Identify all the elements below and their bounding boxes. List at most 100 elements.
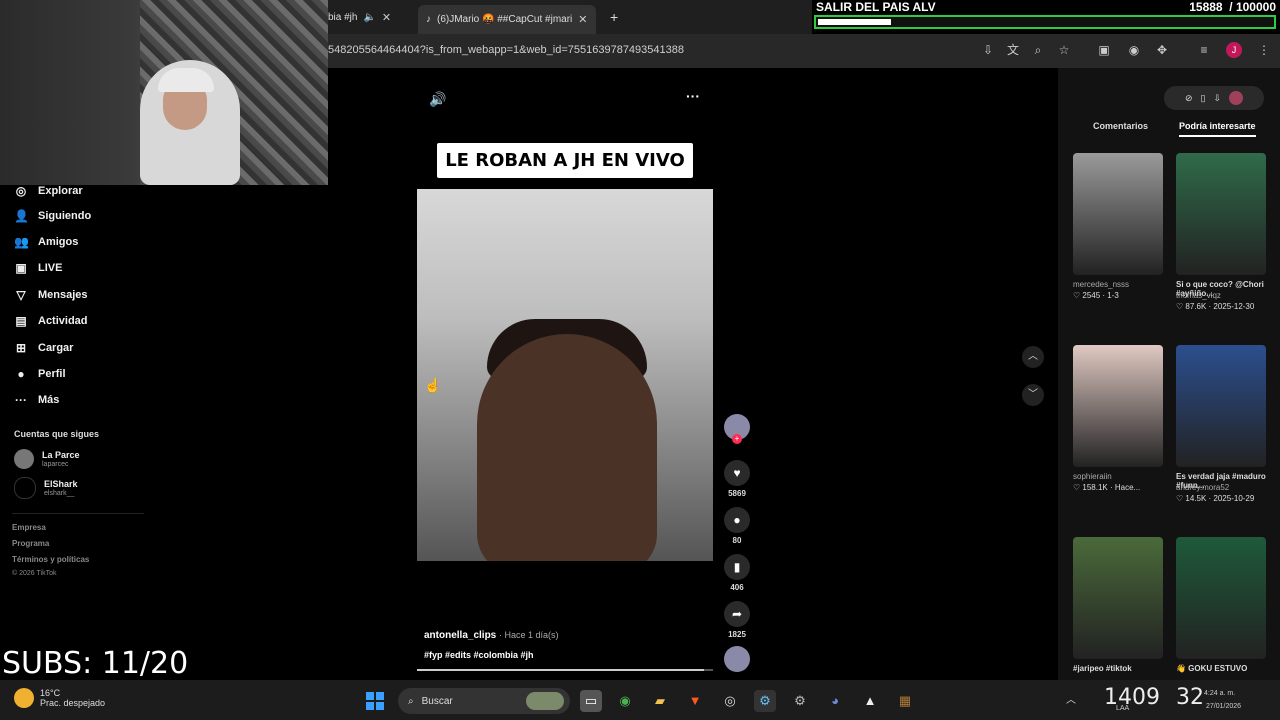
activity-icon: ▤	[15, 314, 27, 328]
profile-icon[interactable]	[1229, 91, 1244, 105]
comment-button[interactable]: ● 80	[724, 507, 750, 545]
search-icon: ⌕	[408, 695, 414, 707]
upload-icon: ⊞	[15, 341, 27, 355]
save-button[interactable]: ▮ 406	[724, 554, 750, 592]
suggested-video-thumbnail[interactable]	[1073, 537, 1163, 659]
sidebar-item-4[interactable]: ▽ Mensajes	[14, 284, 87, 306]
settings-icon[interactable]: ⚙	[789, 690, 811, 712]
compass-icon: ◎	[15, 184, 27, 198]
close-tab-icon[interactable]: ✕	[578, 13, 587, 26]
suggested-video-user: mercedes_nsss	[1073, 280, 1130, 289]
account-handle: elshark__	[44, 489, 75, 497]
windows-start-icon[interactable]	[366, 692, 384, 710]
zoom-icon[interactable]: ⌕	[1030, 42, 1046, 58]
sidebar-item-1[interactable]: 👤 Siguiendo	[14, 205, 91, 227]
webcam-overlay	[0, 0, 328, 185]
taskbar-search[interactable]: ⌕ Buscar	[398, 688, 570, 714]
video-tools: ⊘ ▯ ⇩	[1164, 86, 1264, 110]
suggested-video-user: thomas_vlqz	[1176, 291, 1221, 300]
task-view-icon[interactable]: ▭	[580, 690, 602, 712]
video-progress-fill	[417, 669, 705, 671]
url-field[interactable]: 548205564464404?is_from_webapp=1&web_id=…	[328, 44, 684, 56]
steam-icon[interactable]: ⚙	[754, 690, 776, 712]
suggested-video-thumbnail[interactable]	[1073, 345, 1163, 467]
speaker-icon[interactable]: 🔈	[363, 12, 375, 23]
autoscroll-icon[interactable]: ⊘	[1185, 93, 1193, 104]
sound-avatar[interactable]	[724, 646, 750, 672]
weather-sun-icon	[14, 688, 34, 708]
video-hashtags[interactable]: #fyp #edits #colombia #jh	[424, 650, 534, 660]
suggested-video-thumbnail[interactable]	[1176, 153, 1266, 275]
minecraft-icon[interactable]: ▦	[894, 690, 916, 712]
video-progress-bar[interactable]	[417, 669, 713, 671]
stream-goal-overlay: SALIR DEL PAIS ALV 15888 / 100000	[812, 0, 1280, 34]
extension-icon[interactable]: ◉	[1126, 42, 1142, 58]
media-icon[interactable]: ≡	[1196, 42, 1212, 58]
video-player[interactable]	[417, 189, 713, 561]
sidebar-item-5[interactable]: ▤ Actividad	[14, 310, 87, 332]
browser-tab[interactable]: bia #jh 🔈 ✕	[328, 5, 391, 29]
suggested-video-stats: ♡ 14.5K · 2025-10-29	[1176, 494, 1255, 503]
system-date[interactable]: 27/01/2026	[1206, 703, 1241, 710]
translate-icon[interactable]: 文	[1005, 42, 1021, 58]
taskbar	[0, 680, 1280, 720]
tab-suggested[interactable]: Podría interesarte	[1179, 121, 1256, 137]
volume-icon[interactable]: 🔊	[429, 91, 446, 108]
previous-video-button[interactable]: ︿	[1022, 346, 1044, 368]
search-label: Buscar	[421, 695, 453, 707]
follow-plus-icon[interactable]: +	[732, 434, 742, 444]
sidebar-item-2[interactable]: 👥 Amigos	[14, 231, 78, 253]
video-author[interactable]: antonella_clips · Hace 1 día(s)	[424, 630, 559, 641]
suggested-video-thumbnail[interactable]	[1176, 345, 1266, 467]
phone-icon[interactable]: ▯	[1201, 93, 1206, 104]
footer-link[interactable]: Empresa	[12, 523, 46, 532]
avatar	[14, 477, 36, 499]
footer-link[interactable]: Términos y políticas	[12, 555, 89, 564]
new-tab-button[interactable]: +	[610, 5, 618, 29]
download-icon[interactable]: ⇩	[1213, 93, 1221, 104]
sidebar-item-7[interactable]: ● Perfil	[14, 363, 65, 385]
language-indicator[interactable]: LAA	[1116, 705, 1129, 712]
browser-tab-active[interactable]: ♪ (6)JMario 🤬 ##CapCut #jmari ✕	[418, 5, 596, 34]
sidebar-item-3[interactable]: ▣ LIVE	[14, 257, 62, 279]
account-handle: laparcec	[42, 460, 69, 468]
suggested-video-thumbnail[interactable]	[1073, 153, 1163, 275]
divider	[12, 513, 144, 514]
followed-account[interactable]: ElShark elshark__	[14, 477, 78, 499]
author-name[interactable]: antonella_clips	[424, 630, 496, 641]
author-avatar[interactable]: +	[724, 414, 750, 444]
sidebar-item-0[interactable]: ◎ Explorar	[14, 180, 83, 202]
brave-icon[interactable]: ▼	[684, 690, 706, 712]
tab-comments[interactable]: Comentarios	[1093, 121, 1148, 131]
install-icon[interactable]: ⇩	[980, 42, 996, 58]
epic-icon[interactable]: ▲	[859, 690, 881, 712]
next-video-button[interactable]: ﹀	[1022, 384, 1044, 406]
tray-chevron-icon[interactable]: ︿	[1060, 690, 1082, 712]
following-title: Cuentas que sigues	[14, 429, 100, 439]
close-tab-icon[interactable]: ✕	[382, 11, 391, 24]
suggested-video-title[interactable]: #jaripeo #tiktok	[1073, 664, 1163, 673]
obs-icon[interactable]: ◎	[719, 690, 741, 712]
video-caption-overlay: LE ROBAN A JH EN VIVO	[437, 143, 693, 178]
discord-icon[interactable]: ◕	[824, 690, 846, 712]
file-explorer-icon[interactable]: ▰	[649, 690, 671, 712]
menu-kebab-icon[interactable]: ⋮	[1256, 42, 1272, 58]
picture-in-picture-icon[interactable]: ▣	[1096, 42, 1112, 58]
profile-avatar[interactable]: J	[1226, 42, 1242, 58]
sidebar-item-6[interactable]: ⊞ Cargar	[14, 337, 74, 359]
weather-widget[interactable]: 16°C Prac. despejado	[14, 688, 105, 708]
like-button[interactable]: ♥ 5869	[724, 460, 750, 498]
suggested-video-user: andrey.mora52	[1176, 483, 1230, 492]
followed-account[interactable]: La Parce laparcec	[14, 449, 80, 469]
footer-link[interactable]: Programa	[12, 539, 49, 548]
suggested-video-title[interactable]: 👋 GOKU ESTUVO	[1176, 664, 1266, 673]
more-options-icon[interactable]: ···	[686, 88, 700, 104]
share-button[interactable]: ➦ 1825	[724, 601, 750, 639]
bookmark-star-icon[interactable]: ☆	[1056, 42, 1072, 58]
chrome-icon[interactable]: ◉	[614, 690, 636, 712]
suggested-video-stats: ♡ 158.1K · Hace...	[1073, 483, 1141, 492]
puzzle-icon[interactable]: ✥	[1154, 42, 1170, 58]
sidebar-item-8[interactable]: ··· Más	[14, 389, 59, 411]
suggested-video-thumbnail[interactable]	[1176, 537, 1266, 659]
system-time[interactable]: 4:24 a. m.	[1204, 690, 1235, 697]
